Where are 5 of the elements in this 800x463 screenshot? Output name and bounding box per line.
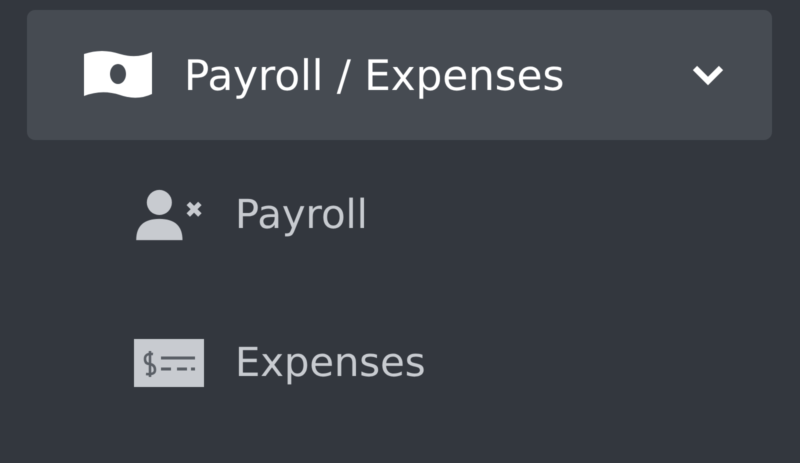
- menu-header[interactable]: Payroll / Expenses: [27, 10, 772, 140]
- menu-label: Payroll / Expenses: [184, 50, 566, 100]
- submenu-item[interactable]: Expenses: [27, 290, 772, 435]
- submenu-item[interactable]: Payroll: [27, 140, 772, 290]
- chevron-icon: [692, 64, 724, 86]
